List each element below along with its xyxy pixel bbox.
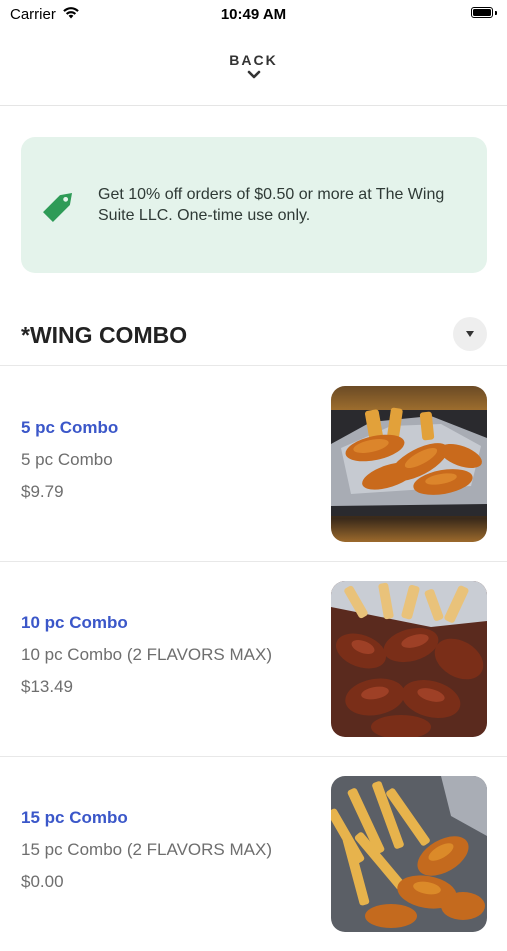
item-description: 15 pc Combo (2 FLAVORS MAX) (21, 840, 272, 859)
item-price: $13.49 (21, 677, 73, 696)
menu-item[interactable]: 10 pc Combo 10 pc Combo (2 FLAVORS MAX) … (0, 561, 507, 756)
price-tag-icon (43, 192, 73, 222)
item-price: $0.00 (21, 872, 64, 891)
battery-icon (471, 7, 497, 19)
status-bar: Carrier 10:49 AM (0, 0, 507, 28)
item-name: 10 pc Combo (21, 613, 128, 632)
menu-item[interactable]: 5 pc Combo 5 pc Combo $9.79 (0, 366, 507, 561)
item-name: 15 pc Combo (21, 808, 128, 827)
back-button[interactable]: BACK (0, 52, 507, 80)
promo-text: Get 10% off orders of $0.50 or more at T… (98, 186, 445, 224)
item-image (331, 386, 487, 542)
promo-banner: Get 10% off orders of $0.50 or more at T… (21, 137, 487, 273)
header-divider (0, 105, 507, 106)
item-description: 10 pc Combo (2 FLAVORS MAX) (21, 645, 272, 664)
item-price: $9.79 (21, 482, 64, 501)
section-collapse-button[interactable] (453, 317, 487, 351)
clock: 10:49 AM (220, 6, 287, 23)
menu-item[interactable]: 15 pc Combo 15 pc Combo (2 FLAVORS MAX) … (0, 756, 507, 951)
chevron-down-icon (247, 70, 260, 79)
item-image (331, 776, 487, 932)
item-name: 5 pc Combo (21, 418, 119, 437)
item-image (331, 581, 487, 737)
section-title: *WING COMBO (21, 322, 188, 348)
back-label: BACK (229, 52, 278, 68)
item-description: 5 pc Combo (21, 450, 113, 469)
caret-down-icon (466, 331, 474, 337)
